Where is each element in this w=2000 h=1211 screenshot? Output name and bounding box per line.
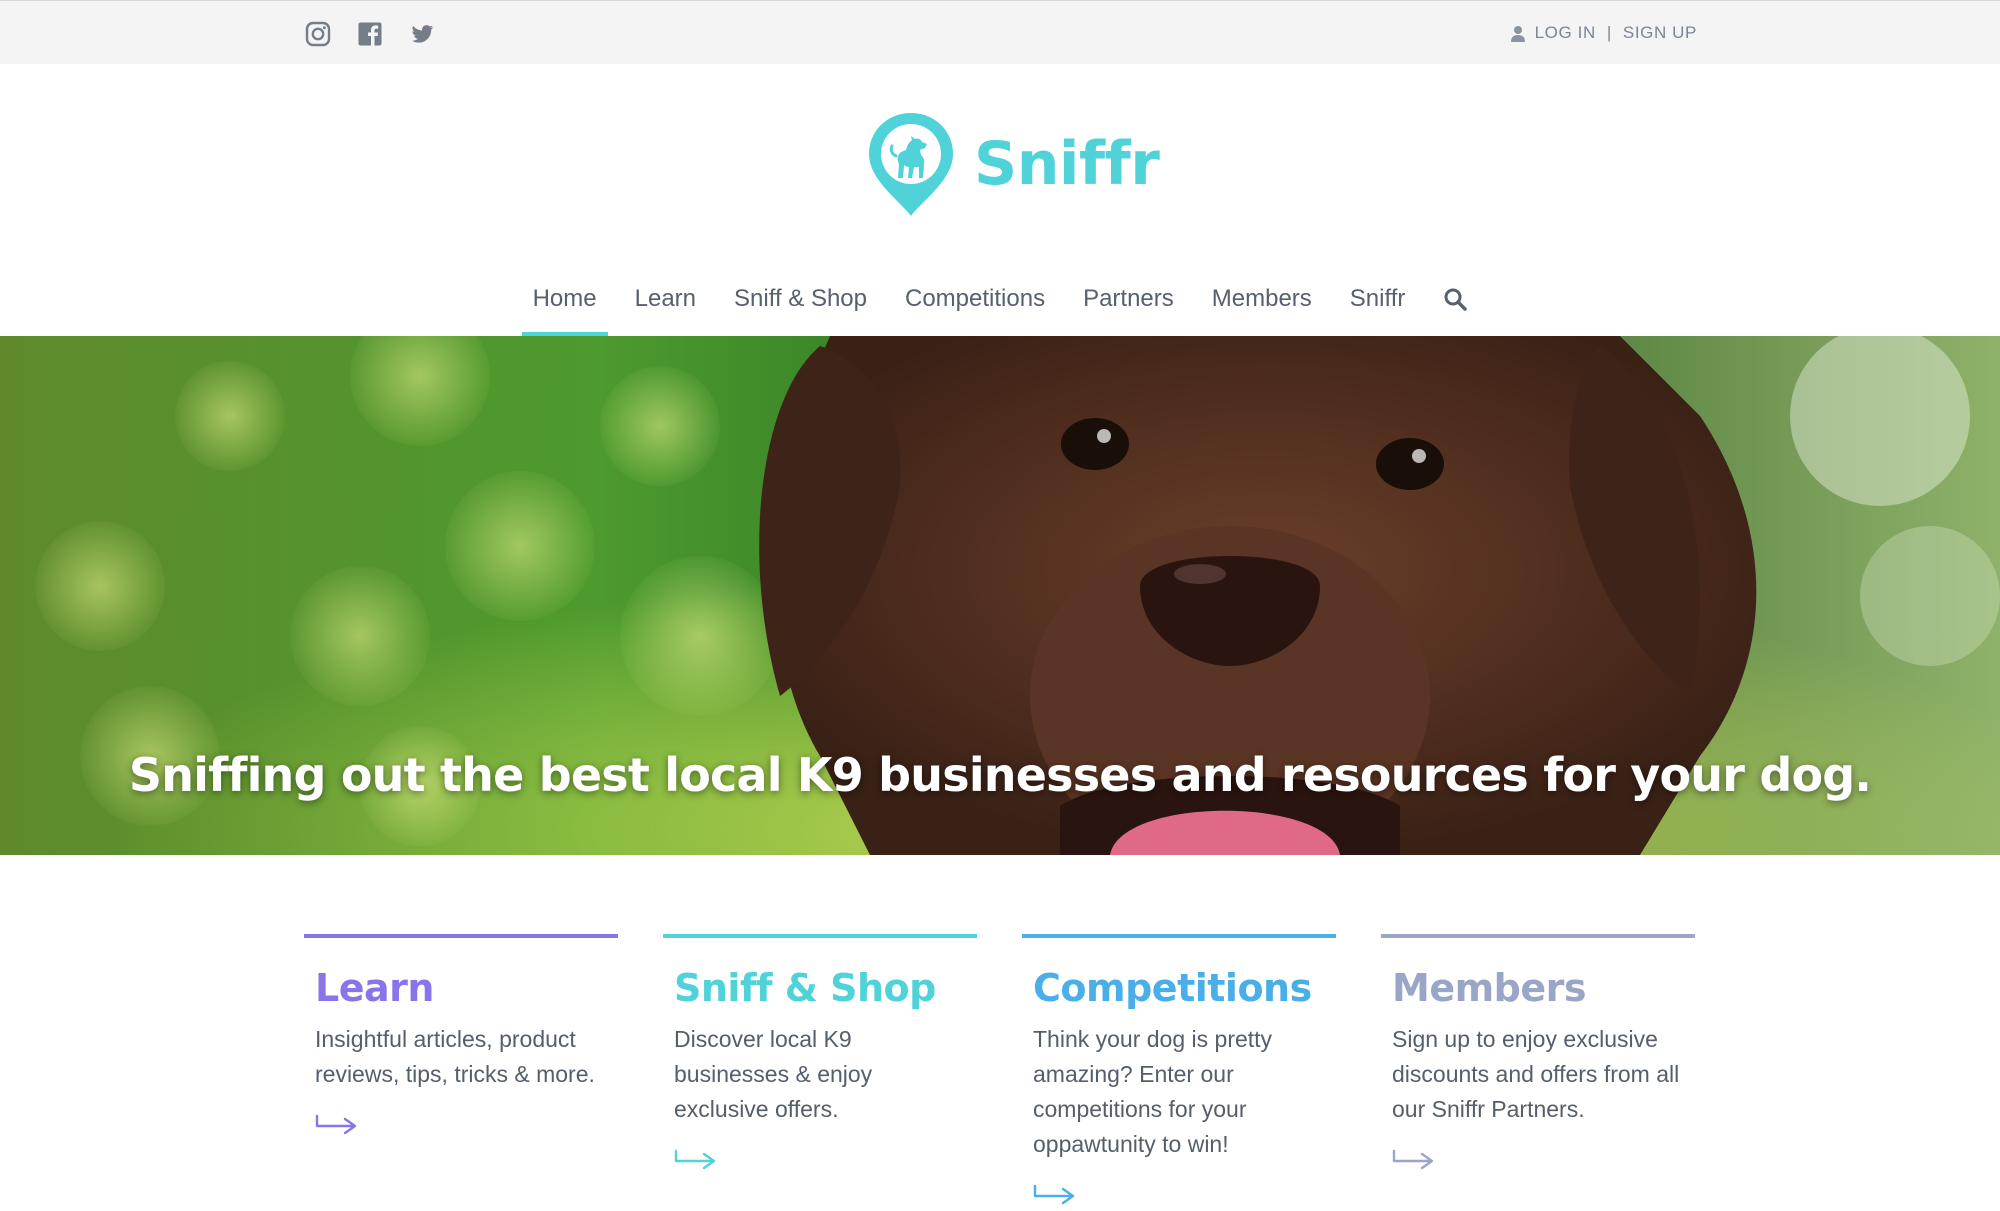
arrow-right-icon[interactable] <box>674 1149 718 1171</box>
card-text: Insightful articles, product reviews, ti… <box>315 1026 595 1087</box>
search-button[interactable] <box>1424 276 1486 322</box>
card-rule <box>304 934 618 938</box>
twitter-icon[interactable] <box>409 21 435 47</box>
signup-label[interactable]: SIGN UP <box>1623 23 1697 43</box>
nav-item-members[interactable]: Members <box>1193 276 1331 336</box>
card-text: Sign up to enjoy exclusive discounts and… <box>1392 1026 1680 1122</box>
top-utility-bar: LOG IN | SIGN UP <box>0 0 2000 64</box>
nav-item-sniff-shop[interactable]: Sniff & Shop <box>715 276 886 336</box>
card-title[interactable]: Learn <box>315 966 618 1010</box>
instagram-icon[interactable] <box>305 21 331 47</box>
card-title[interactable]: Competitions <box>1033 966 1336 1010</box>
card-text: Think your dog is pretty amazing? Enter … <box>1033 1026 1273 1157</box>
nav-item-partners[interactable]: Partners <box>1064 276 1193 336</box>
card-rule <box>1381 934 1695 938</box>
feature-cards: Learn Insightful articles, product revie… <box>304 934 1697 1206</box>
arrow-right-icon[interactable] <box>315 1114 359 1136</box>
nav-item-learn[interactable]: Learn <box>616 276 715 336</box>
nav-item-sniffr[interactable]: Sniffr <box>1331 276 1425 336</box>
card-members[interactable]: Members Sign up to enjoy exclusive disco… <box>1381 934 1695 1206</box>
social-links <box>305 21 435 47</box>
card-competitions[interactable]: Competitions Think your dog is pretty am… <box>1022 934 1336 1206</box>
nav-item-home[interactable]: Home <box>514 276 616 336</box>
hero-tagline: Sniffing out the best local K9 businesse… <box>128 748 1872 802</box>
nav-item-competitions[interactable]: Competitions <box>886 276 1064 336</box>
user-icon <box>1510 25 1525 42</box>
login-label[interactable]: LOG IN <box>1535 23 1596 43</box>
site-logo[interactable]: Sniffr <box>866 110 1160 218</box>
search-icon <box>1444 288 1468 311</box>
main-nav: Home Learn Sniff & Shop Competitions Par… <box>0 276 2000 336</box>
card-text: Discover local K9 businesses & enjoy exc… <box>674 1026 873 1122</box>
login-separator: | <box>1606 23 1612 42</box>
card-learn[interactable]: Learn Insightful articles, product revie… <box>304 934 618 1206</box>
card-title[interactable]: Members <box>1392 966 1695 1010</box>
card-rule <box>1022 934 1336 938</box>
brand-name: Sniffr <box>974 129 1160 199</box>
card-title[interactable]: Sniff & Shop <box>674 966 977 1010</box>
login-signup-link[interactable]: LOG IN | SIGN UP <box>1510 23 1697 43</box>
arrow-right-icon[interactable] <box>1392 1149 1436 1171</box>
arrow-right-icon[interactable] <box>1033 1184 1077 1206</box>
card-rule <box>663 934 977 938</box>
facebook-icon[interactable] <box>357 21 383 47</box>
card-sniff-shop[interactable]: Sniff & Shop Discover local K9 businesse… <box>663 934 977 1206</box>
hero-banner: Sniffing out the best local K9 businesse… <box>0 336 2000 855</box>
sniffr-pin-dog-icon <box>869 113 953 216</box>
